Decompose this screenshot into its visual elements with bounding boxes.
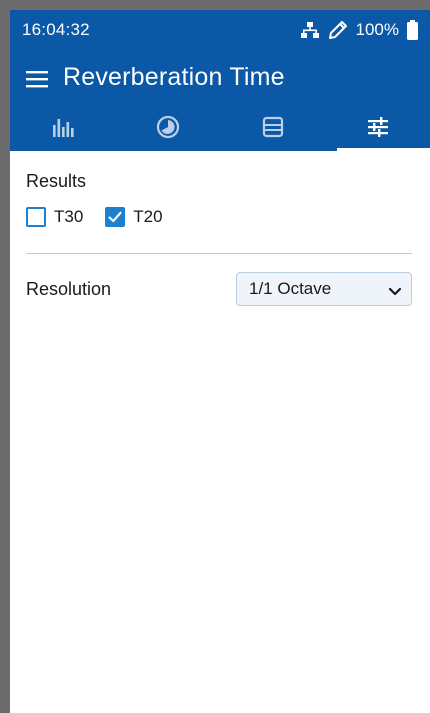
gauge-icon — [156, 115, 180, 144]
app-bar: Reverberation Time — [10, 50, 430, 108]
checkbox-unchecked-icon[interactable] — [26, 207, 46, 227]
app-screen: 16:04:32 100% Reverberation Time Results… — [10, 10, 430, 713]
checkbox-label: T30 — [54, 207, 84, 226]
status-time: 16:04:32 — [22, 20, 90, 39]
checkbox-t20[interactable]: T20 — [105, 207, 163, 227]
tab-gauge[interactable] — [115, 108, 220, 151]
settings-sliders-icon — [366, 116, 390, 143]
network-icon — [300, 21, 320, 39]
settings-panel: Results T30 T20 Resolution 1/1 Octave — [10, 151, 430, 713]
chevron-down-icon — [388, 283, 402, 303]
checkbox-label: T20 — [133, 207, 163, 226]
status-bar: 16:04:32 100% — [10, 10, 430, 50]
resolution-label: Resolution — [26, 279, 112, 299]
resolution-value: 1/1 Octave — [249, 279, 332, 298]
checkbox-checked-icon[interactable] — [105, 207, 126, 227]
page-title: Reverberation Time — [63, 63, 285, 91]
battery-icon — [407, 20, 418, 40]
tab-chart[interactable] — [10, 108, 115, 151]
bar-chart-icon — [52, 116, 74, 143]
tab-settings[interactable] — [325, 108, 430, 151]
results-label: Results — [26, 171, 87, 191]
status-icons: 100% — [300, 18, 418, 42]
divider — [26, 253, 412, 254]
checkbox-t30[interactable]: T30 — [26, 207, 83, 227]
resolution-select[interactable]: 1/1 Octave — [236, 272, 412, 306]
tab-bar — [10, 108, 430, 151]
menu-icon[interactable] — [22, 64, 52, 94]
results-checkboxes: T30 T20 — [26, 207, 185, 227]
tab-table[interactable] — [220, 108, 325, 151]
list-icon — [262, 116, 284, 143]
pen-icon — [328, 20, 348, 40]
device-frame: 16:04:32 100% Reverberation Time Results… — [0, 0, 430, 713]
battery-percent: 100% — [355, 20, 399, 39]
